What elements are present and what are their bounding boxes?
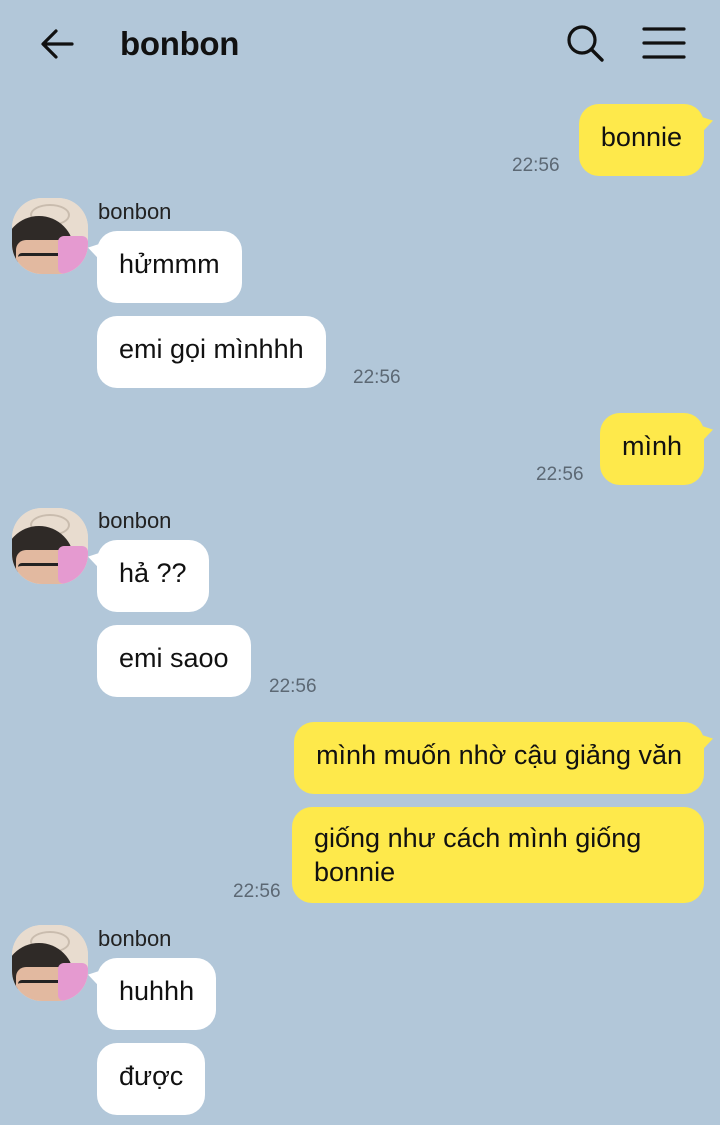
message-time: 22:56: [512, 155, 560, 176]
search-icon: [567, 25, 604, 62]
outgoing-message[interactable]: bonnie: [578, 104, 704, 176]
chat-title: bonbon: [120, 25, 240, 62]
message-time: 22:56: [269, 676, 317, 697]
chat-header: bonbon: [0, 0, 720, 88]
incoming-message[interactable]: emi saoo: [97, 625, 251, 697]
incoming-message[interactable]: hửmmm: [97, 231, 242, 303]
outgoing-message[interactable]: giống như cách mình giống bonnie: [292, 807, 704, 903]
incoming-message[interactable]: emi gọi mìnhhh: [97, 316, 326, 388]
outgoing-message[interactable]: mình: [599, 413, 704, 485]
arrow-left-icon: [41, 29, 74, 59]
hamburger-menu-icon: [642, 27, 686, 59]
avatar[interactable]: [12, 925, 88, 1001]
incoming-message[interactable]: hả ??: [97, 540, 209, 612]
message-time: 22:56: [536, 464, 584, 485]
avatar[interactable]: [12, 198, 88, 274]
avatar[interactable]: [12, 508, 88, 584]
sender-name: bonbon: [98, 199, 172, 224]
sender-name: bonbon: [98, 926, 172, 951]
back-button[interactable]: [36, 22, 80, 66]
message-time: 22:56: [233, 881, 281, 902]
message-time: 22:56: [353, 367, 401, 388]
incoming-message[interactable]: được: [97, 1043, 206, 1115]
incoming-message[interactable]: huhhh: [97, 958, 217, 1030]
menu-button[interactable]: [640, 20, 688, 66]
sender-name: bonbon: [98, 508, 172, 533]
search-button[interactable]: [562, 20, 608, 66]
outgoing-message[interactable]: mình muốn nhờ cậu giảng văn: [294, 722, 704, 794]
